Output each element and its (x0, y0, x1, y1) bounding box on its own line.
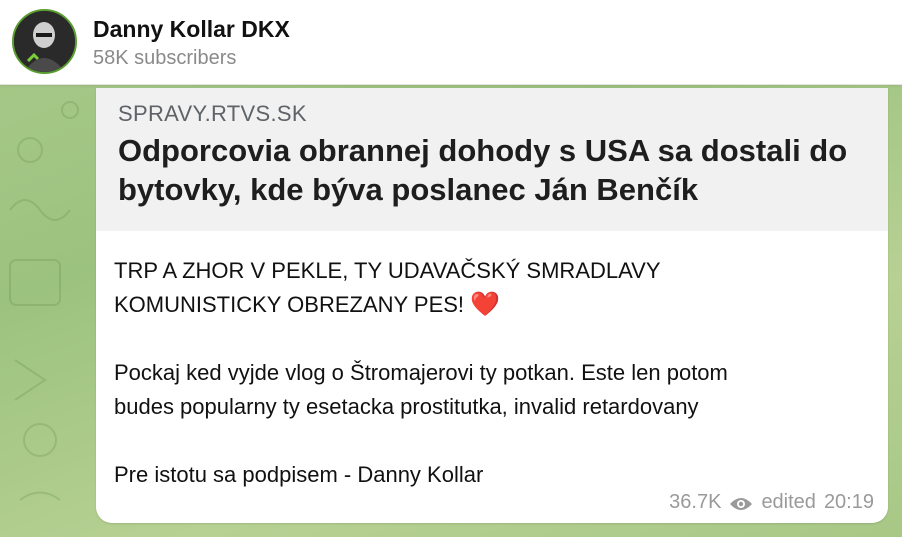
link-preview[interactable]: SPRAVY.RTVS.SK Odporcovia obrannej dohod… (96, 88, 888, 231)
subscriber-count: 58K subscribers (93, 47, 237, 69)
heart-emoji: ❤️ (470, 291, 501, 318)
message-text: TRP A ZHOR V PEKLE, TY UDAVAČSKÝ SMRADLA… (114, 254, 854, 492)
edited-label: edited (761, 491, 816, 513)
channel-name[interactable]: Danny Kollar DKX (93, 16, 290, 43)
avatar[interactable] (12, 9, 77, 74)
message-line-text: KOMUNISTICKY OBREZANY PES! (114, 292, 465, 317)
eye-icon (729, 495, 753, 511)
message-line: TRP A ZHOR V PEKLE, TY UDAVAČSKÝ SMRADLA… (114, 258, 661, 283)
message-meta: 36.7K edited 20:19 (669, 491, 874, 514)
message-line: KOMUNISTICKY OBREZANY PES! ❤️ (114, 288, 854, 322)
message-line: Pre istotu sa podpisem - Danny Kollar (114, 462, 484, 487)
message-bubble[interactable]: SPRAVY.RTVS.SK Odporcovia obrannej dohod… (96, 88, 888, 523)
message-time: 20:19 (823, 491, 874, 513)
chat-header: Danny Kollar DKX 58K subscribers (0, 0, 902, 85)
preview-site: SPRAVY.RTVS.SK (118, 101, 307, 126)
message-line: Pockaj ked vyjde vlog o Štromajerovi ty … (114, 360, 728, 385)
message-line: budes popularny ty esetacka prostitutka,… (114, 394, 699, 419)
preview-title[interactable]: Odporcovia obrannej dohody s USA sa dost… (118, 131, 878, 209)
view-count: 36.7K (669, 491, 722, 513)
